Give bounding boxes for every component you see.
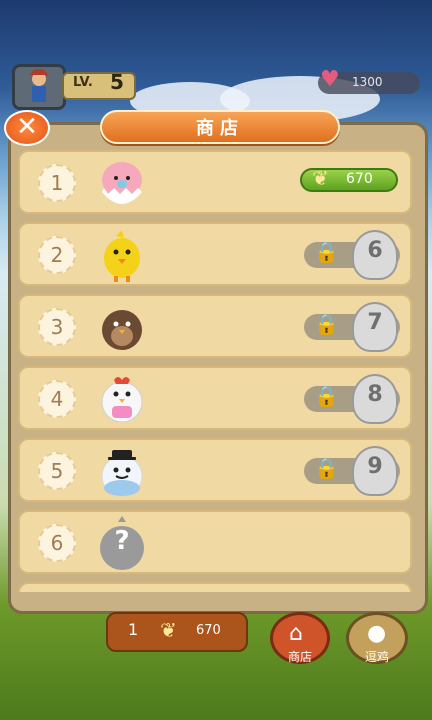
unlock-level: 8 <box>367 382 383 407</box>
item-number-badge: 1 <box>38 164 76 202</box>
item-number-badge: 4 <box>38 380 76 418</box>
shop-item-row: 5 🔒 9 <box>18 438 412 502</box>
blue-bird-hat-icon <box>101 450 143 497</box>
level-label: LV. <box>73 75 93 90</box>
yellow-chick-icon <box>104 230 140 282</box>
shop-item-row: 1 ❦ 670 <box>18 150 412 214</box>
shop-item-row: 6 ? <box>18 510 412 574</box>
lock-icon: 🔒 <box>314 312 339 336</box>
pink-egg-chick-icon <box>102 162 142 204</box>
unlock-level: 6 <box>367 238 383 263</box>
close-icon: ✕ <box>16 112 38 142</box>
play-label: 逗鸡 <box>364 650 389 664</box>
farmer-avatar[interactable] <box>12 64 66 110</box>
level-value: 5 <box>110 70 124 94</box>
shop-item-row: 2 🔒 6 <box>18 222 412 286</box>
shop-label: 商店 <box>287 650 312 664</box>
coin-value: 670 <box>196 623 221 638</box>
mystery-mark: ? <box>114 526 130 556</box>
white-hen-icon <box>101 377 143 423</box>
coin-count: 1 <box>128 620 139 639</box>
shop-item-row: 3 🔒 7 <box>18 294 412 358</box>
unlock-level: 9 <box>367 454 383 479</box>
unlock-level: 7 <box>367 310 383 335</box>
shop-title: 商店 <box>196 118 244 139</box>
item-number-badge: 2 <box>38 236 76 274</box>
status-bar: LV. 5 ♥ 1300 <box>0 60 432 110</box>
bottom-bar: 1 ❦ 670 ⌂ 商店 ● 逗鸡 <box>0 612 432 672</box>
heart-icon: ♥ <box>320 67 340 92</box>
chick-icon: ● <box>367 621 387 646</box>
shop-icon: ⌂ <box>289 621 303 646</box>
item-number-badge: 5 <box>38 452 76 490</box>
lock-icon: 🔒 <box>314 456 339 480</box>
shop-item-row <box>18 582 412 592</box>
item-price: 670 <box>346 171 373 187</box>
lock-icon: 🔒 <box>314 240 339 264</box>
shop-item-row: 4 🔒 8 <box>18 366 412 430</box>
item-number-badge: 3 <box>38 308 76 346</box>
farmer-icon <box>29 69 49 102</box>
shop-item-list: 1 ❦ 670 2 🔒 6 3 🔒 7 4 🔒 8 5 🔒 9 6 ? <box>12 140 416 592</box>
lock-icon: 🔒 <box>314 384 339 408</box>
item-number-badge: 6 <box>38 524 76 562</box>
grain-icon: ❦ <box>160 618 177 642</box>
grain-icon: ❦ <box>312 166 329 190</box>
hearts-value: 1300 <box>352 75 383 89</box>
brown-sparrow-icon <box>102 310 142 350</box>
